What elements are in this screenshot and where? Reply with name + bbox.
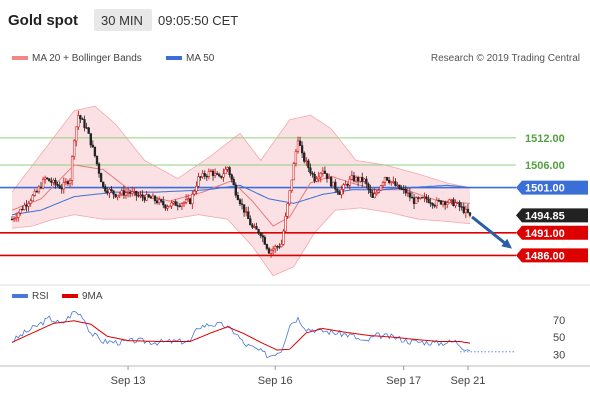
bollinger-band bbox=[12, 106, 470, 276]
arrow-shaft bbox=[471, 215, 509, 247]
candle bbox=[73, 138, 76, 160]
candle bbox=[292, 161, 295, 181]
ma50-legend-label: MA 50 bbox=[186, 53, 215, 64]
bollinger-band-area bbox=[11, 105, 471, 277]
rsi-legend-label: RSI bbox=[32, 291, 49, 302]
ma20-legend-label: MA 20 + Bollinger Bands bbox=[32, 53, 142, 64]
candle bbox=[379, 184, 383, 192]
ma50-legend-swatch bbox=[166, 56, 182, 60]
candle bbox=[87, 126, 90, 134]
level-label-1512.00: 1512.00 bbox=[525, 133, 565, 145]
candle bbox=[93, 146, 97, 158]
candle bbox=[189, 197, 192, 205]
rsi-panel: 30 50 70 bbox=[11, 310, 565, 361]
candle bbox=[439, 199, 443, 206]
rsi-legend-swatch bbox=[12, 294, 28, 298]
date-label: Sep 17 bbox=[386, 375, 421, 387]
level-label-1501.00: 1501.00 bbox=[525, 183, 565, 195]
price-chart: Gold spot 30 MIN 09:05:50 CET MA 20 + Bo… bbox=[0, 9, 590, 387]
rsi-tick-70: 70 bbox=[553, 315, 565, 327]
rsi-tick-50: 50 bbox=[553, 332, 565, 344]
candle bbox=[99, 172, 103, 183]
date-labels: Sep 13 Sep 16 Sep 17 Sep 21 bbox=[111, 366, 485, 387]
ma9-legend-swatch bbox=[62, 294, 78, 298]
instrument-title: Gold spot bbox=[8, 12, 78, 29]
level-label-1506.00: 1506.00 bbox=[525, 160, 565, 172]
rsi-line bbox=[11, 310, 471, 359]
rsi-tick-30: 30 bbox=[553, 349, 565, 361]
credit-text: Research © 2019 Trading Central bbox=[431, 53, 580, 64]
level-label-1486.00: 1486.00 bbox=[525, 250, 565, 262]
level-labels: 1512.00 1506.00 1501.00 1494.85 1491.00 1486.… bbox=[516, 133, 588, 263]
level-label-1491.00: 1491.00 bbox=[525, 228, 565, 240]
rsi-9ma-line bbox=[11, 320, 471, 351]
candle bbox=[282, 228, 285, 246]
level-label-1494.85: 1494.85 bbox=[525, 210, 565, 222]
candle bbox=[329, 176, 333, 188]
date-label: Sep 13 bbox=[111, 375, 146, 387]
candle bbox=[385, 176, 389, 182]
candle bbox=[288, 190, 291, 206]
ma20-legend-swatch bbox=[12, 56, 28, 60]
interval-label[interactable]: 30 MIN bbox=[101, 13, 143, 28]
timestamp: 09:05:50 CET bbox=[158, 13, 238, 28]
candle bbox=[332, 181, 335, 187]
candle bbox=[286, 203, 289, 219]
candle bbox=[398, 184, 401, 190]
ma9-legend-label: 9MA bbox=[82, 291, 103, 302]
date-label: Sep 16 bbox=[258, 375, 293, 387]
candle bbox=[48, 178, 51, 182]
candle bbox=[168, 205, 171, 208]
date-label: Sep 21 bbox=[450, 375, 485, 387]
